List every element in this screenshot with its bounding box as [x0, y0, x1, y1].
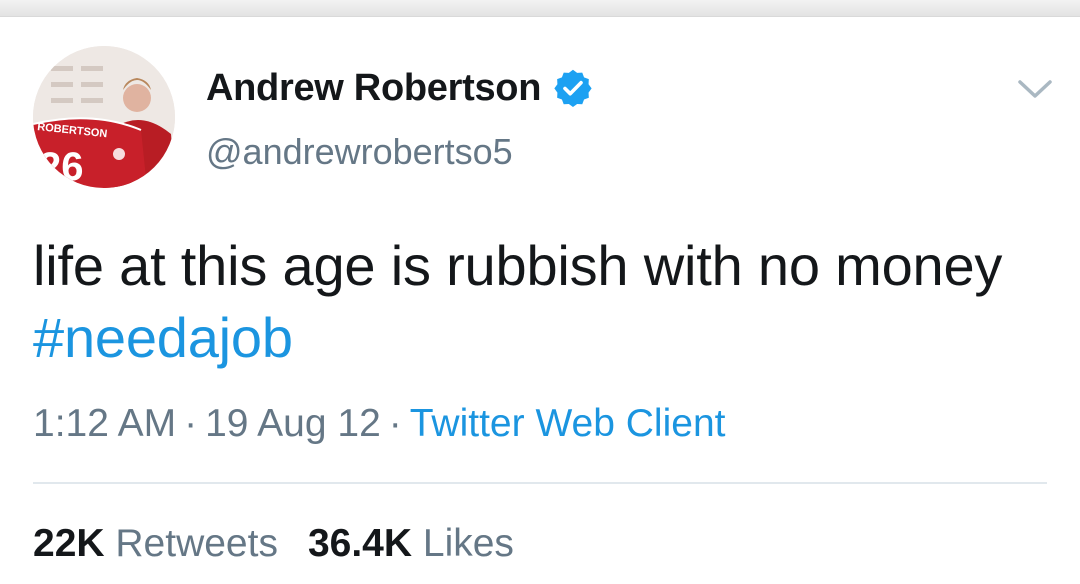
tweet-time[interactable]: 1:12 AM — [33, 402, 176, 445]
retweets-stat[interactable]: 22K Retweets — [33, 516, 278, 572]
divider — [33, 482, 1047, 484]
verified-badge-icon — [554, 69, 592, 108]
tweet-client-link[interactable]: Twitter Web Client — [410, 402, 726, 445]
tweet-meta: 1:12 AM · 19 Aug 12 · Twitter Web Client — [33, 398, 725, 450]
avatar[interactable]: ROBERTSON 26 — [33, 46, 175, 188]
author-display-name[interactable]: Andrew Robertson — [206, 67, 541, 110]
meta-separator: · — [184, 402, 198, 445]
likes-count: 36.4K — [307, 522, 413, 565]
tweet-body: life at this age is rubbish with no mone… — [33, 234, 1003, 297]
likes-stat[interactable]: 36.4K Likes — [308, 516, 514, 572]
retweets-label: Retweets — [115, 522, 278, 565]
tweet-date[interactable]: 19 Aug 12 — [205, 402, 381, 445]
chevron-down-icon[interactable] — [1014, 72, 1056, 106]
likes-label: Likes — [422, 522, 514, 565]
hashtag-link[interactable]: #needajob — [33, 306, 293, 369]
meta-separator: · — [388, 402, 402, 445]
top-border — [0, 0, 1080, 17]
retweets-count: 22K — [33, 522, 105, 565]
author-handle[interactable]: @andrewrobertso5 — [206, 131, 513, 173]
author-name-row: Andrew Robertson — [206, 61, 593, 115]
tweet-screenshot: ROBERTSON 26 Andrew Robertson @andrewrob… — [0, 0, 1080, 584]
avatar-photo: ROBERTSON 26 — [33, 46, 175, 188]
tweet-stats: 22K Retweets 36.4K Likes — [33, 516, 544, 572]
tweet-text: life at this age is rubbish with no mone… — [33, 230, 1043, 374]
avatar-shirt-number: 26 — [39, 145, 84, 188]
